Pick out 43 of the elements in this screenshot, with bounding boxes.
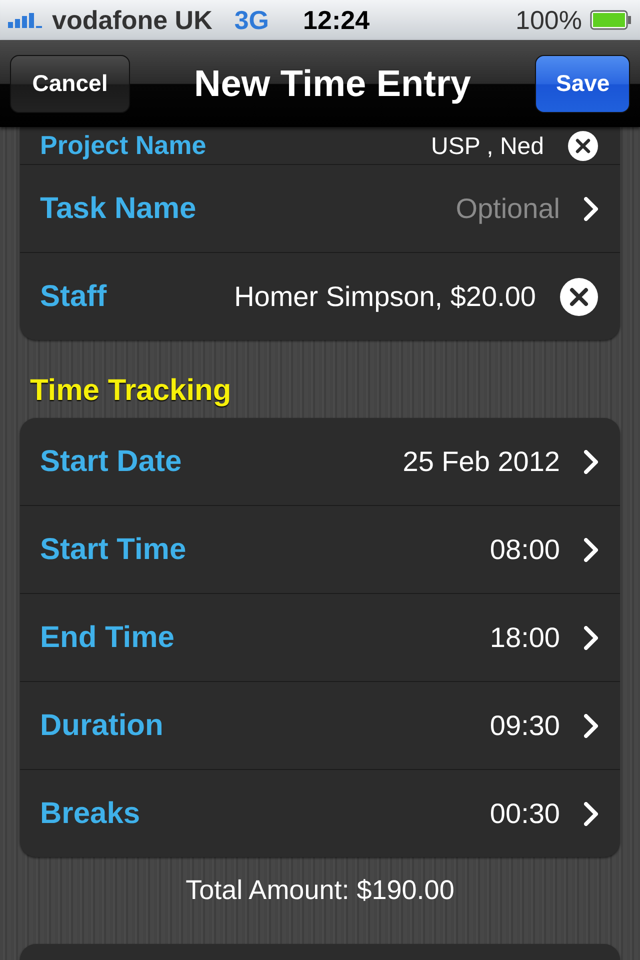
table-row[interactable]: Start Time 08:00 (20, 505, 620, 593)
row-value: 18:00 (490, 622, 560, 654)
row-label: Start Date (40, 444, 182, 478)
chevron-icon (584, 802, 598, 826)
chevron-icon (584, 714, 598, 738)
table-row[interactable]: Breaks 00:30 (20, 769, 620, 857)
clear-icon[interactable] (568, 131, 598, 161)
table-row[interactable]: End Time 18:00 (20, 593, 620, 681)
network-type: 3G (234, 4, 270, 36)
save-button[interactable]: Save (535, 54, 630, 112)
chevron-icon (584, 626, 598, 650)
table-row[interactable]: Project Name USP , Ned (20, 127, 620, 164)
clear-icon[interactable] (560, 278, 598, 316)
table-row[interactable]: Duration 09:30 (20, 681, 620, 769)
row-value: 08:00 (490, 534, 560, 566)
row-value: 09:30 (490, 710, 560, 742)
table-row[interactable]: Start Date 25 Feb 2012 (20, 418, 620, 505)
row-value: Homer Simpson, $20.00 (234, 280, 536, 312)
row-label: End Time (40, 620, 174, 654)
chevron-icon (584, 196, 598, 220)
total-amount: Total Amount: $190.00 (184, 875, 456, 906)
battery-percent: 100% (516, 4, 582, 36)
table-row[interactable]: Staff Homer Simpson, $20.00 (20, 252, 620, 340)
row-value: 25 Feb 2012 (402, 446, 560, 478)
row-label: Task Name (40, 192, 196, 226)
row-label: Breaks (40, 796, 140, 830)
carrier-name: vodafone UK (52, 4, 212, 36)
cancel-button[interactable]: Cancel (10, 54, 130, 112)
row-value: 00:30 (490, 798, 560, 830)
row-label: Staff (40, 280, 107, 314)
clock: 12:24 (303, 4, 370, 36)
row-label: Project Name (40, 130, 206, 161)
signal-icon (8, 12, 44, 28)
row-placeholder: Optional (456, 192, 560, 224)
screen-title: New Time Entry (193, 62, 472, 104)
chevron-icon (584, 538, 598, 562)
section-header: Time Tracking (30, 374, 232, 408)
table-row[interactable]: Task Name Optional (20, 164, 620, 252)
chevron-icon (584, 450, 598, 474)
battery-icon (590, 10, 632, 30)
row-label: Duration (40, 708, 164, 742)
row-label: Start Time (40, 532, 186, 566)
row-value: USP , Ned (431, 133, 544, 161)
